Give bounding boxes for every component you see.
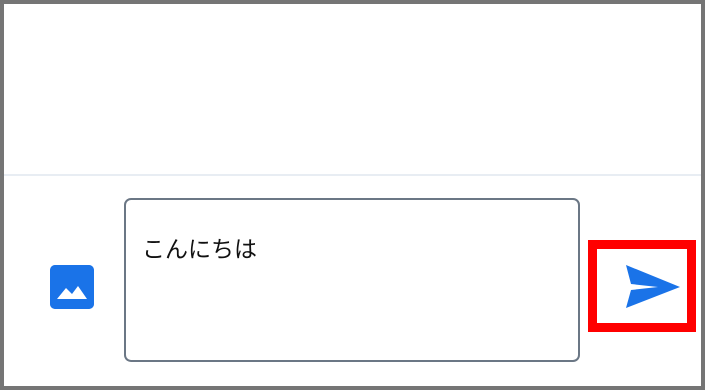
send-button[interactable] xyxy=(600,251,684,321)
chat-window: こんにちは xyxy=(0,0,705,390)
send-icon xyxy=(626,265,680,308)
image-icon xyxy=(50,265,94,309)
message-list xyxy=(4,4,701,174)
message-input[interactable]: こんにちは xyxy=(124,198,580,362)
attach-image-button[interactable] xyxy=(50,265,94,309)
message-composer: こんにちは xyxy=(4,176,701,386)
